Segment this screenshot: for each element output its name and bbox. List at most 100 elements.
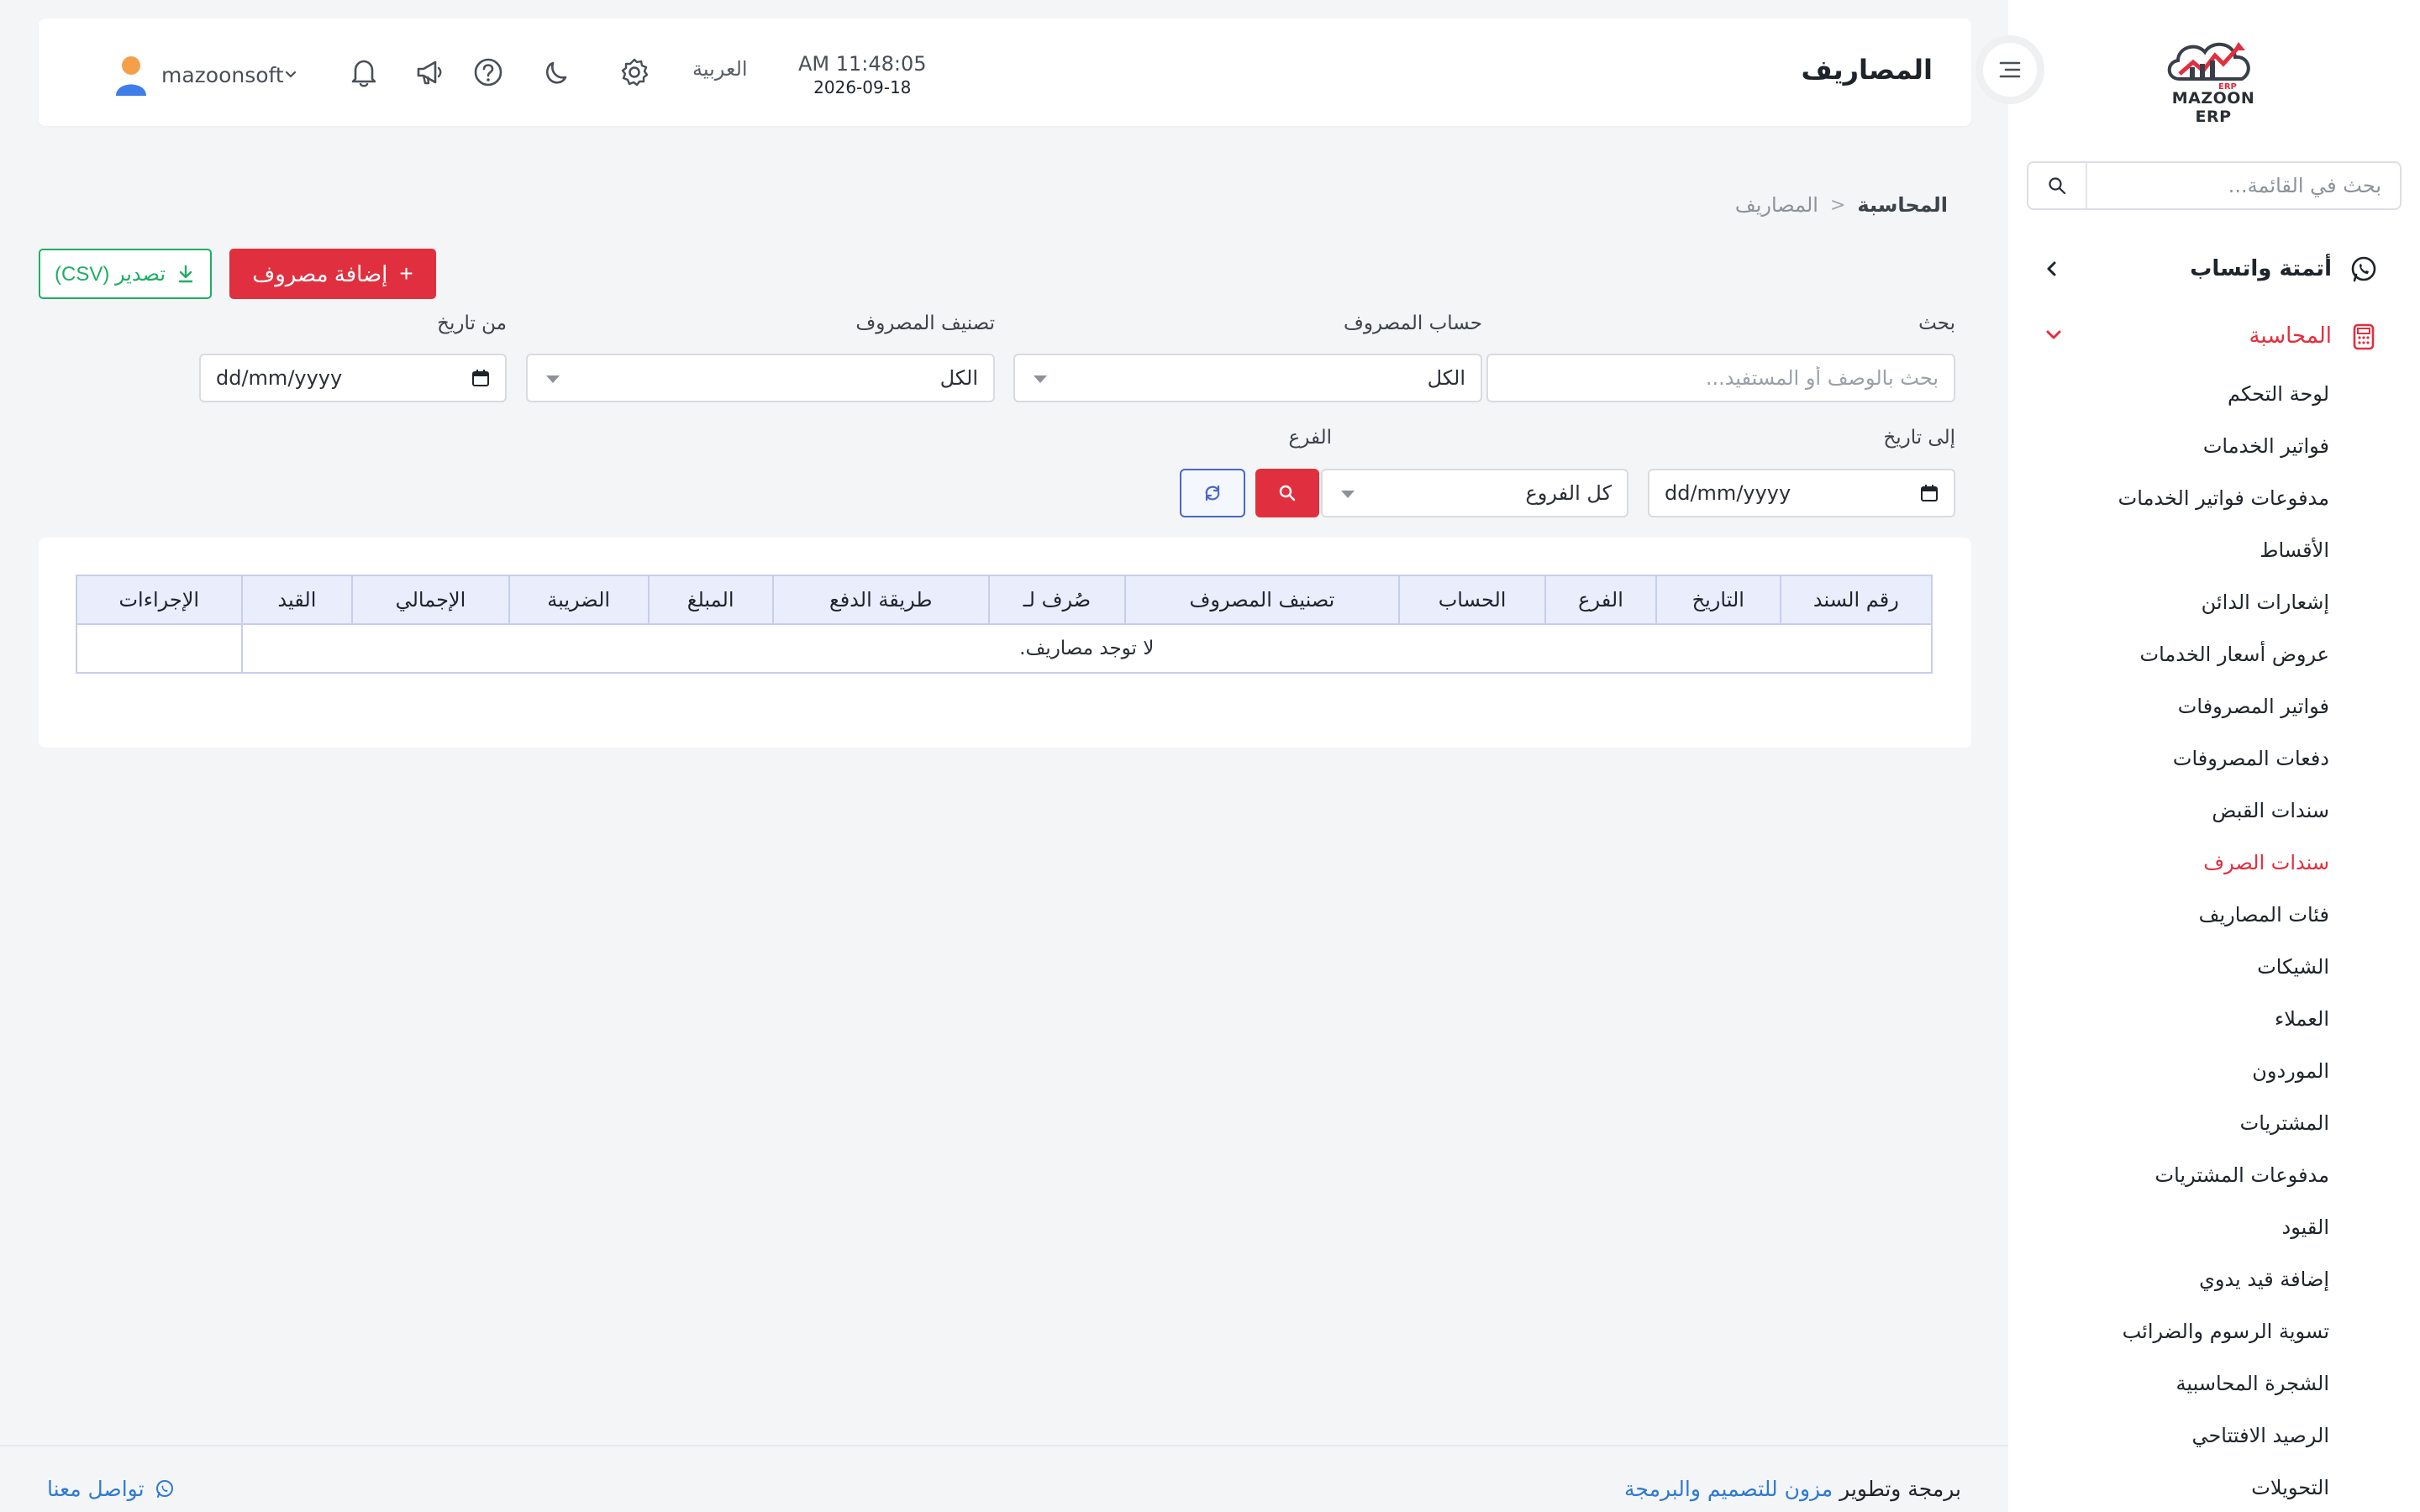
sidebar-group-label: أتمتة واتساب bbox=[2190, 256, 2332, 281]
top-header: المصاريف AM 11:48:05 2026-09-18 العربية … bbox=[39, 18, 1971, 126]
sidebar-search-input[interactable] bbox=[2087, 163, 2400, 208]
sidebar-item-service-invoice-payments[interactable]: مدفوعات فواتير الخدمات bbox=[2118, 486, 2329, 510]
sidebar-group-accounting[interactable]: المحاسبة bbox=[2008, 311, 2420, 361]
refresh-icon bbox=[1205, 485, 1220, 501]
sidebar-item-opening-balance[interactable]: الرصيد الافتتاحي bbox=[2191, 1424, 2329, 1447]
sidebar-item-payment-vouchers[interactable]: سندات الصرف bbox=[2203, 851, 2329, 874]
col-date[interactable]: التاريخ bbox=[1655, 575, 1781, 625]
footer-credit-link[interactable]: مزون للتصميم والبرمجة bbox=[1624, 1477, 1833, 1501]
to-date-label: إلى تاريخ bbox=[1883, 427, 1955, 449]
sidebar-item-manual-entry[interactable]: إضافة قيد يدوي bbox=[2199, 1268, 2329, 1291]
col-payment-method[interactable]: طريقة الدفع bbox=[771, 575, 990, 625]
bell-icon bbox=[351, 60, 376, 87]
from-date-input[interactable]: dd/mm/yyyy bbox=[199, 354, 507, 402]
sidebar-item-chart-of-accounts[interactable]: الشجرة المحاسبية bbox=[2176, 1372, 2329, 1395]
dark-mode-button[interactable] bbox=[539, 54, 576, 91]
sidebar-toggle-button[interactable] bbox=[1975, 35, 2044, 104]
sidebar: ERP MAZOON ERP أتمتة واتساب المحاسبة لوح… bbox=[2008, 0, 2420, 1512]
expense-category-select[interactable]: الكل bbox=[526, 354, 995, 402]
sidebar-item-installments[interactable]: الأقساط bbox=[2260, 538, 2329, 562]
clock: AM 11:48:05 2026-09-18 bbox=[798, 52, 927, 97]
sidebar-item-expense-invoices[interactable]: فواتير المصروفات bbox=[2178, 695, 2329, 718]
expense-category-value: الكل bbox=[939, 366, 978, 390]
col-voucher-number[interactable]: رقم السند bbox=[1779, 575, 1933, 625]
calculator-icon bbox=[2349, 323, 2378, 351]
user-menu[interactable]: mazoonsoft bbox=[79, 54, 297, 96]
contact-us-link[interactable]: تواصل معنا bbox=[47, 1477, 175, 1501]
sidebar-search bbox=[2027, 161, 2402, 210]
col-expense-category[interactable]: تصنيف المصروف bbox=[1123, 575, 1400, 625]
branch-value: كل الفروع bbox=[1525, 481, 1612, 505]
search-input[interactable] bbox=[1503, 366, 1939, 390]
settings-button[interactable] bbox=[616, 54, 653, 91]
branch-select[interactable]: كل الفروع bbox=[1321, 469, 1628, 517]
reset-filters-button[interactable] bbox=[1180, 469, 1245, 517]
col-amount[interactable]: المبلغ bbox=[647, 575, 774, 625]
sidebar-item-service-invoices[interactable]: فواتير الخدمات bbox=[2203, 434, 2329, 458]
username: mazoonsoft bbox=[161, 62, 284, 87]
sidebar-item-purchase-payments[interactable]: مدفوعات المشتريات bbox=[2154, 1163, 2329, 1187]
sidebar-item-cheques[interactable]: الشيكات bbox=[2257, 955, 2329, 979]
sidebar-group-label: المحاسبة bbox=[2249, 323, 2332, 349]
to-date-value: dd/mm/yyyy bbox=[1665, 481, 1791, 505]
sidebar-item-service-quotes[interactable]: عروض أسعار الخدمات bbox=[2139, 643, 2329, 666]
chevron-down-icon bbox=[284, 70, 297, 80]
expense-account-select[interactable]: الكل bbox=[1013, 354, 1482, 402]
logo-text: MAZOON ERP bbox=[2171, 89, 2255, 126]
search-icon bbox=[1279, 485, 1296, 501]
col-entry[interactable]: القيد bbox=[240, 575, 354, 625]
sidebar-group-whatsapp[interactable]: أتمتة واتساب bbox=[2008, 244, 2420, 294]
plus-icon: + bbox=[399, 260, 413, 286]
gear-icon bbox=[621, 58, 649, 87]
sidebar-item-purchases[interactable]: المشتريات bbox=[2240, 1111, 2329, 1135]
footer-credit: برمجة وتطوير مزون للتصميم والبرمجة bbox=[1624, 1477, 1961, 1501]
sidebar-item-suppliers[interactable]: الموردون bbox=[2252, 1059, 2329, 1083]
announcements-button[interactable] bbox=[411, 54, 448, 91]
export-csv-label: تصدير (CSV) bbox=[54, 262, 166, 286]
col-branch[interactable]: الفرع bbox=[1544, 575, 1657, 625]
expense-category-label: تصنيف المصروف bbox=[855, 312, 995, 334]
footer-divider bbox=[0, 1445, 2008, 1446]
sidebar-item-expense-categories[interactable]: فئات المصاريف bbox=[2199, 903, 2329, 927]
footer-credit-prefix: برمجة وتطوير bbox=[1839, 1477, 1961, 1501]
search-button[interactable] bbox=[1255, 469, 1319, 517]
to-date-input[interactable]: dd/mm/yyyy bbox=[1648, 469, 1955, 517]
caret-down-icon bbox=[1341, 491, 1355, 498]
sidebar-item-fees-taxes-settlement[interactable]: تسوية الرسوم والضرائب bbox=[2123, 1320, 2329, 1343]
sidebar-item-transfers[interactable]: التحويلات bbox=[2251, 1476, 2329, 1499]
avatar bbox=[113, 54, 150, 96]
language-switch[interactable]: العربية bbox=[692, 57, 748, 81]
col-total[interactable]: الإجمالي bbox=[351, 575, 510, 625]
caret-down-icon bbox=[1034, 375, 1047, 383]
breadcrumb-separator: < bbox=[1829, 194, 1846, 216]
logo-cloud-icon bbox=[2167, 42, 2250, 81]
chevron-down-icon bbox=[2044, 326, 2064, 343]
empty-message: لا توجد مصاريف. bbox=[240, 623, 1933, 674]
sidebar-item-customers[interactable]: العملاء bbox=[2275, 1007, 2329, 1031]
col-account[interactable]: الحساب bbox=[1397, 575, 1547, 625]
export-csv-button[interactable]: تصدير (CSV) bbox=[39, 249, 212, 299]
col-paid-to[interactable]: صُرف لـ bbox=[987, 575, 1126, 625]
sidebar-item-credit-notes[interactable]: إشعارات الدائن bbox=[2202, 591, 2329, 614]
breadcrumb-accounting[interactable]: المحاسبة bbox=[1857, 193, 1948, 217]
branch-label: الفرع bbox=[1288, 427, 1332, 449]
table-empty-row: لا توجد مصاريف. bbox=[76, 623, 1933, 674]
col-tax[interactable]: الضريبة bbox=[508, 575, 650, 625]
clock-date: 2026-09-18 bbox=[813, 77, 912, 97]
sidebar-item-expense-payments[interactable]: دفعات المصروفات bbox=[2173, 747, 2329, 770]
page-title: المصاريف bbox=[1801, 54, 1933, 86]
empty-actions-cell bbox=[76, 623, 243, 674]
sidebar-item-receipt-vouchers[interactable]: سندات القبض bbox=[2212, 799, 2329, 822]
sidebar-item-journal-entries[interactable]: القيود bbox=[2282, 1215, 2329, 1239]
help-button[interactable] bbox=[470, 54, 507, 91]
expenses-table-card: رقم السند التاريخ الفرع الحساب تصنيف الم… bbox=[39, 538, 1971, 748]
notifications-button[interactable] bbox=[345, 54, 382, 91]
moon-icon bbox=[545, 61, 567, 84]
clock-time: AM 11:48:05 bbox=[798, 52, 927, 76]
sidebar-item-dashboard[interactable]: لوحة التحكم bbox=[2228, 382, 2329, 406]
add-expense-button[interactable]: + إضافة مصروف bbox=[229, 249, 436, 299]
search-icon[interactable] bbox=[2028, 163, 2087, 208]
calendar-icon bbox=[1920, 484, 1939, 502]
brand-logo[interactable]: ERP MAZOON ERP bbox=[2161, 37, 2265, 126]
from-date-label: من تاريخ bbox=[437, 312, 507, 334]
